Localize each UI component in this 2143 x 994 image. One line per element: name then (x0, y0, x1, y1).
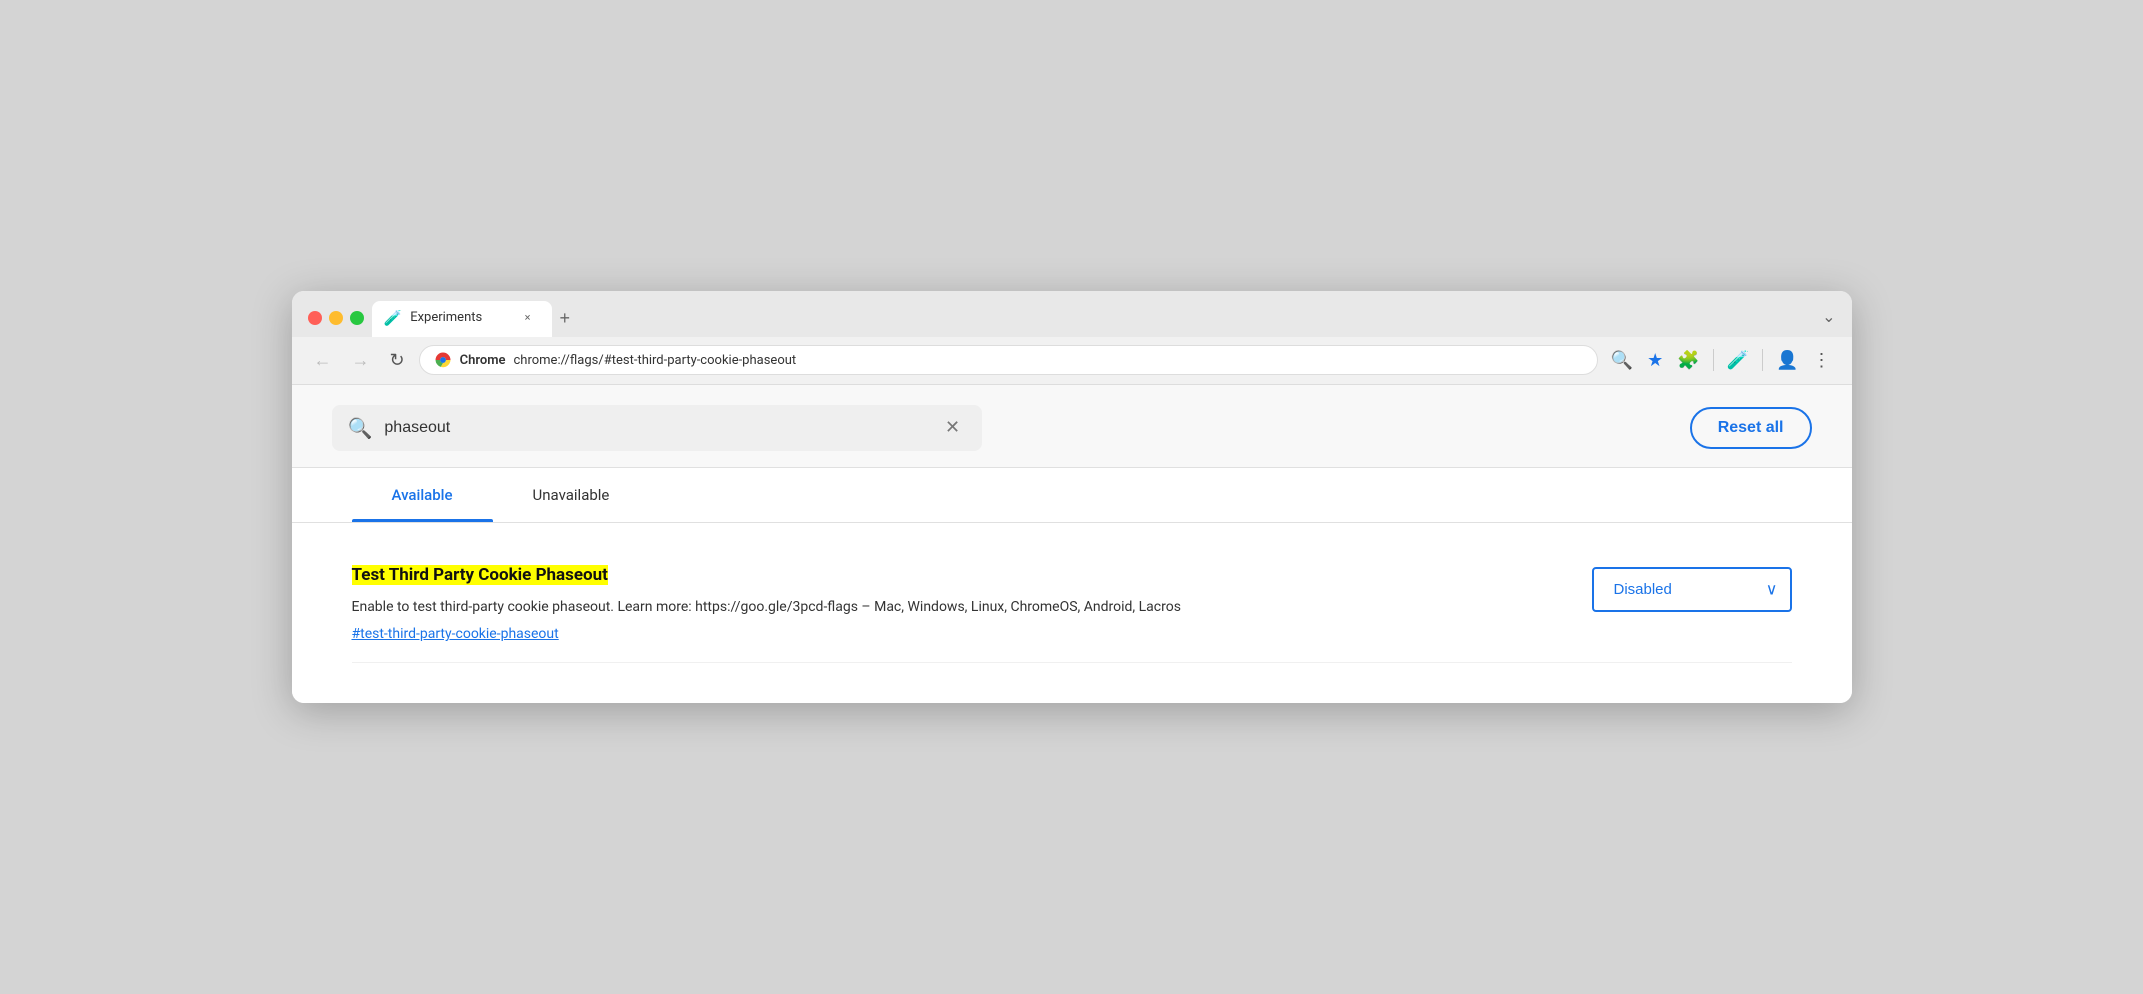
flag-title: Test Third Party Cookie Phaseout (352, 563, 1552, 589)
reset-all-button[interactable]: Reset all (1690, 407, 1812, 449)
browser-window: 🧪 Experiments × + ⌄ ← → ↻ Chrome chrome:… (292, 291, 1852, 704)
flag-info: Test Third Party Cookie Phaseout Enable … (352, 563, 1552, 643)
traffic-lights (308, 311, 364, 337)
chrome-label: Chrome (460, 353, 506, 368)
search-bar-section: 🔍 ✕ Reset all (292, 385, 1852, 468)
forward-button[interactable]: → (346, 346, 376, 375)
experiments-tab[interactable]: 🧪 Experiments × (372, 301, 552, 337)
profile-button[interactable]: 👤 (1771, 345, 1803, 376)
content-area: 🔍 ✕ Reset all Available Unavailable Test… (292, 385, 1852, 704)
toolbar-separator-2 (1762, 349, 1763, 371)
back-button[interactable]: ← (308, 346, 338, 375)
title-bar: 🧪 Experiments × + ⌄ (292, 291, 1852, 337)
menu-button[interactable]: ⋮ (1808, 345, 1836, 376)
minimize-traffic-light[interactable] (329, 311, 343, 325)
new-tab-button[interactable]: + (552, 303, 581, 337)
flag-anchor-link[interactable]: #test-third-party-cookie-phaseout (352, 626, 1552, 642)
chrome-logo-icon (434, 351, 452, 369)
tab-close-button[interactable]: × (520, 310, 536, 326)
close-traffic-light[interactable] (308, 311, 322, 325)
toolbar-icons: 🔍 ★ 🧩 🧪 👤 ⋮ (1606, 345, 1836, 376)
extensions-button[interactable]: 🧩 (1672, 345, 1704, 376)
search-icon: 🔍 (348, 416, 373, 440)
zoom-icon-button[interactable]: 🔍 (1606, 345, 1638, 376)
toolbar: ← → ↻ Chrome chrome://flags/#test-third-… (292, 337, 1852, 385)
maximize-traffic-light[interactable] (350, 311, 364, 325)
tab-strip-dropdown-button[interactable]: ⌄ (1822, 307, 1835, 327)
tab-bar-right: ⌄ (1822, 307, 1835, 337)
flag-status-select[interactable]: Default Enabled Disabled (1592, 567, 1792, 612)
tab-unavailable[interactable]: Unavailable (493, 468, 650, 522)
tab-available[interactable]: Available (352, 468, 493, 522)
tab-favicon: 🧪 (384, 309, 403, 327)
flag-search-wrapper: 🔍 ✕ (332, 405, 982, 451)
clear-search-button[interactable]: ✕ (940, 415, 966, 441)
address-url: chrome://flags/#test-third-party-cookie-… (514, 353, 1583, 368)
flag-search-input[interactable] (384, 419, 927, 437)
address-bar[interactable]: Chrome chrome://flags/#test-third-party-… (419, 345, 1598, 375)
flag-select-wrapper: Default Enabled Disabled (1592, 567, 1792, 612)
bookmark-star-button[interactable]: ★ (1642, 345, 1668, 376)
tab-title: Experiments (410, 310, 511, 325)
flag-control: Default Enabled Disabled (1592, 567, 1792, 612)
experiments-icon-button[interactable]: 🧪 (1722, 345, 1754, 376)
tabs-section: Available Unavailable (292, 468, 1852, 523)
toolbar-separator (1713, 349, 1714, 371)
flag-description: Enable to test third-party cookie phaseo… (352, 596, 1552, 618)
tab-bar: 🧪 Experiments × + (372, 301, 1815, 337)
table-row: Test Third Party Cookie Phaseout Enable … (352, 543, 1792, 664)
flags-list: Test Third Party Cookie Phaseout Enable … (292, 523, 1852, 704)
reload-button[interactable]: ↻ (384, 346, 411, 375)
